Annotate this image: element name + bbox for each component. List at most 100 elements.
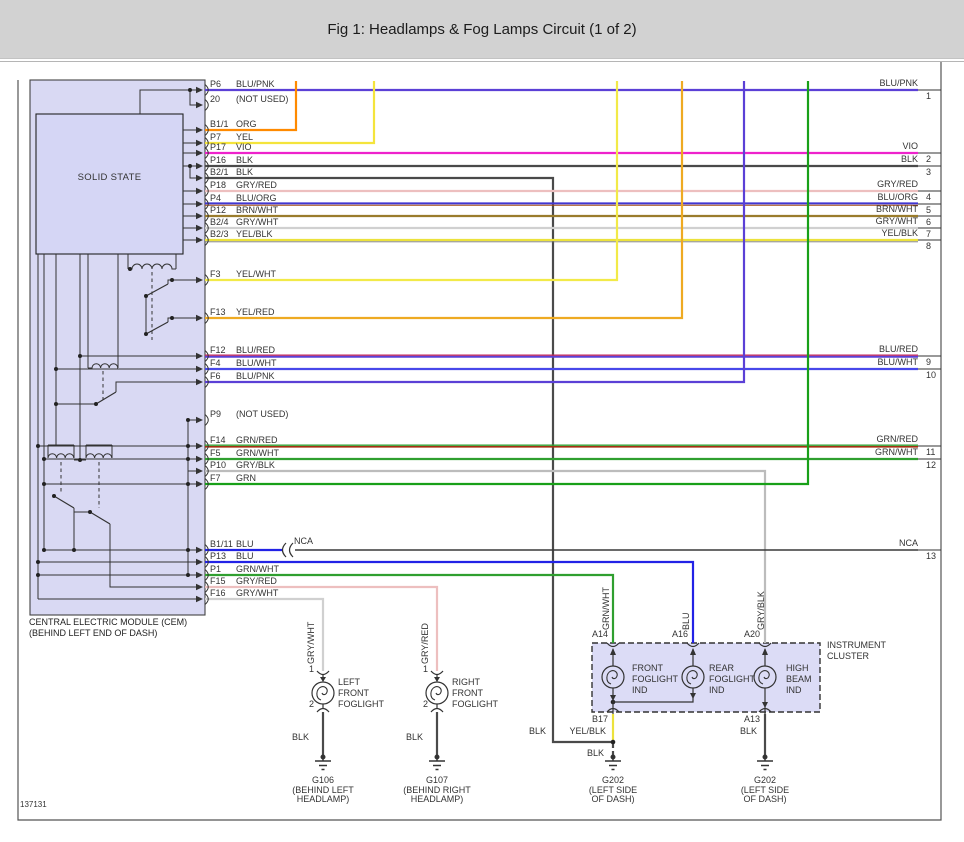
pin-name: F15 xyxy=(210,576,226,586)
wire-color-code: GRN/WHT xyxy=(875,447,918,457)
wire-color-code: BLU/RED xyxy=(878,344,918,354)
wire-color-code: GRN/WHT xyxy=(236,564,279,574)
indicator-label-line: HIGH xyxy=(786,663,809,673)
ground-label: G106 (BEHIND LEFT HEADLAMP) xyxy=(278,775,368,805)
pin-name: B1/1 xyxy=(210,119,229,129)
wiring-diagram-page: Fig 1: Headlamps & Fog Lamps Circuit (1 … xyxy=(0,0,964,842)
wire-f13 xyxy=(205,81,684,320)
wire-color-code: YEL xyxy=(236,132,254,142)
pin-name: B17 xyxy=(591,714,608,724)
pin-name: F4 xyxy=(210,358,221,368)
circuit-number: 12 xyxy=(926,460,937,470)
wire-color-code: GRN xyxy=(236,473,256,483)
wire-color-code: BLU xyxy=(236,551,254,561)
ground-location-line: HEADLAMP) xyxy=(296,794,350,804)
ground-symbols xyxy=(315,754,773,771)
pin-name: F14 xyxy=(210,435,226,445)
ground-location-line: HEADLAMP) xyxy=(410,794,464,804)
indicator-label: FRONT FOGLIGHT IND xyxy=(632,663,678,696)
indicator-label-line: FRONT xyxy=(632,663,663,673)
wire-color-code: BLU/RED xyxy=(236,345,276,355)
component-name: RIGHT FRONT FOGLIGHT xyxy=(452,677,498,710)
ground-location-line: OF DASH) xyxy=(591,794,635,804)
ground-label: G107 (BEHIND RIGHT HEADLAMP) xyxy=(392,775,482,805)
wire-color-code: GRY/RED xyxy=(877,179,918,189)
solid-state-box xyxy=(35,113,184,255)
ground-label: G202 (LEFT SIDE OF DASH) xyxy=(720,775,810,805)
wire-color-code: BLU/PNK xyxy=(879,78,918,88)
cluster-title-line2: CLUSTER xyxy=(827,651,870,661)
wire-color-code: VIO xyxy=(902,141,918,151)
wire-color-code: BLU/PNK xyxy=(236,371,275,381)
wire-color-code: YEL/BLK xyxy=(236,229,273,239)
wire-color-code: GRY/RED xyxy=(236,180,277,190)
wire-f7 xyxy=(205,81,810,486)
wire-f6 xyxy=(205,81,746,384)
pin-name: P12 xyxy=(210,205,227,215)
wire-color-code: BLU xyxy=(681,612,691,630)
circuit-number: 11 xyxy=(926,447,936,457)
wire-color-code: GRN/WHT xyxy=(236,448,279,458)
pin-name: B2/4 xyxy=(210,217,229,227)
wire-color-code: GRN/WHT xyxy=(601,587,611,630)
pin-name: B2/1 xyxy=(210,167,229,177)
cem-label-line1: CENTRAL ELECTRIC MODULE (CEM) xyxy=(29,617,188,627)
wire-color-code: BLU/WHT xyxy=(236,358,277,368)
pin-name: P13 xyxy=(210,551,227,561)
pin-name: P4 xyxy=(210,193,222,203)
component-name-line: RIGHT xyxy=(452,677,480,687)
circuit-number: 10 xyxy=(926,370,937,380)
circuit-number: 8 xyxy=(926,241,932,251)
component-name-line: LEFT xyxy=(338,677,361,687)
indicator-label: REAR FOGLIGHT IND xyxy=(709,663,755,696)
wire-color-code: BLK xyxy=(291,732,309,742)
ground-location-line: OF DASH) xyxy=(743,794,787,804)
wire-color-code: GRN/RED xyxy=(876,434,918,444)
pin-name: F16 xyxy=(210,588,226,598)
inline-connector-icon xyxy=(281,542,294,558)
pin-name: P6 xyxy=(210,79,222,89)
wire-color-code: BLK xyxy=(528,726,546,736)
document-number: 137131 xyxy=(20,800,47,809)
component-name-line: FRONT xyxy=(452,688,483,698)
component-name-line: FOGLIGHT xyxy=(452,699,499,709)
wire-color-code: BLK xyxy=(236,167,254,177)
wire-color-code: (NOT USED) xyxy=(236,94,289,104)
indicator-label-line: IND xyxy=(632,685,648,695)
circuit-number: 13 xyxy=(926,551,937,561)
wire-color-code: BRN/WHT xyxy=(236,205,278,215)
circuit-number: 7 xyxy=(926,229,932,239)
wire-color-code: BLK xyxy=(236,155,254,165)
circuit-number: 2 xyxy=(926,154,932,164)
pin-name: B1/11 xyxy=(210,539,233,549)
indicator-label-line: BEAM xyxy=(786,674,812,684)
pin-name: F13 xyxy=(210,307,226,317)
circuit-number: 9 xyxy=(926,357,932,367)
wire-color-code: BLU/WHT xyxy=(877,357,919,367)
indicator-label-line: IND xyxy=(786,685,802,695)
wire-color-code: VIO xyxy=(236,142,252,152)
circuit-number: 6 xyxy=(926,217,932,227)
pin-name: A14 xyxy=(591,629,608,639)
pin-name: F5 xyxy=(210,448,221,458)
pin-number: 1 xyxy=(423,664,429,674)
wire-color-code: BLK xyxy=(900,154,918,164)
component-name-line: FOGLIGHT xyxy=(338,699,385,709)
component-name-line: FRONT xyxy=(338,688,369,698)
indicator-label-line: FOGLIGHT xyxy=(632,674,679,684)
pin-name: F6 xyxy=(210,371,221,381)
pin-name: P10 xyxy=(210,460,227,470)
circuit-number: 3 xyxy=(926,167,932,177)
wire-color-code: BLU/ORG xyxy=(877,192,918,202)
pin-name: P16 xyxy=(210,155,227,165)
component-name: LEFT FRONT FOGLIGHT xyxy=(338,677,384,710)
pin-name: F3 xyxy=(210,269,221,279)
wire-color-code: YEL/BLK xyxy=(881,228,918,238)
pin-name: P1 xyxy=(210,564,222,574)
pin-name: A20 xyxy=(743,629,760,639)
wire-color-code: BLU xyxy=(236,539,254,549)
circuit-number: 1 xyxy=(926,91,932,101)
wire-color-code: YEL/WHT xyxy=(236,269,277,279)
ground-label: G202 (LEFT SIDE OF DASH) xyxy=(568,775,658,805)
indicator-label-line: REAR xyxy=(709,663,735,673)
